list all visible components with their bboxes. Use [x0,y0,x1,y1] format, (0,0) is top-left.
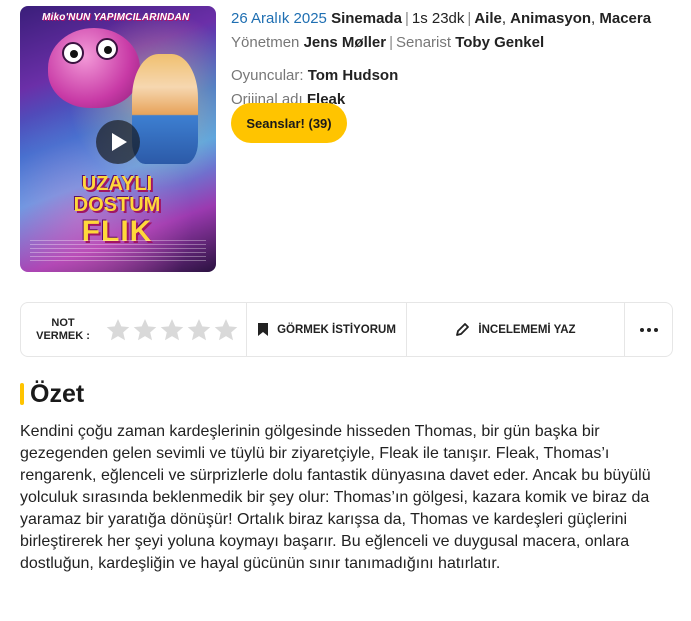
cast-label: Oyuncular: [231,67,304,84]
rating-stars [105,317,239,343]
director-label: Yönetmen [231,34,300,51]
writer-link[interactable]: Toby Genkel [455,34,544,51]
cast-row: Oyuncular: Tom Hudson [231,66,681,90]
separator: | [389,34,393,51]
summary-text: Kendini çoğu zaman kardeşlerinin gölgesi… [20,423,651,572]
pencil-icon [456,323,470,336]
bookmark-icon [258,323,269,336]
release-row: 26 Aralık 2025 Sinemada | 1s 23dk | Aile, An… [231,10,652,27]
rating-star-icon[interactable] [132,317,158,343]
summary-title: Özet [30,379,85,408]
movie-poster[interactable]: Miko'NUN YAPIMCILARINDAN UZAYLI DOSTUM F… [20,6,216,272]
watchlist-button[interactable]: GÖRMEK İSTİYORUM [247,303,407,356]
poster-boy-character [132,54,198,164]
trailer-play-button[interactable] [96,120,140,164]
director-link[interactable]: Jens Møller [304,34,387,51]
rating-star-icon[interactable] [159,317,185,343]
more-dots-icon [639,327,658,332]
poster-alien-character [48,28,140,108]
rating-star-icon[interactable] [213,317,239,343]
rating-star-icon[interactable] [186,317,212,343]
write-review-label: İNCELEMEMİ YAZ [478,323,576,336]
genre-link[interactable]: Macera [599,10,651,27]
rating-widget: NOT VERMEK : [21,303,247,356]
rating-star-icon[interactable] [105,317,131,343]
crew-row: Yönetmen Jens Møller | Senarist Toby Genke… [231,33,681,57]
alien-eye [62,42,84,64]
summary-accent-bar [20,383,24,405]
action-bar: NOT VERMEK : GÖRMEK İSTİYORUM İNCELEMEMİ… [20,302,673,357]
duration: 1s 23dk [411,10,465,27]
alien-eye [96,38,118,60]
genre-link[interactable]: Animasyon [510,10,591,27]
movie-info: 26 Aralık 2025 Sinemada | 1s 23dk | Aile, An… [231,9,681,114]
genre-link[interactable]: Aile [474,10,502,27]
release-status[interactable]: Sinemada [331,10,402,27]
rating-label: NOT VERMEK : [36,316,90,342]
sessions-button[interactable]: Seanslar! (39) [231,103,347,143]
write-review-button[interactable]: İNCELEMEMİ YAZ [407,303,625,356]
writer-label: Senarist [396,34,452,51]
poster-credits-block [30,240,206,262]
poster-tagline: Miko'NUN YAPIMCILARINDAN [42,12,190,23]
more-options-button[interactable] [625,303,672,356]
cast-link[interactable]: Tom Hudson [308,67,399,84]
separator: | [467,10,472,27]
poster-title-logo: UZAYLI DOSTUM FLIK [73,173,161,248]
release-date: 26 Aralık 2025 [231,10,327,27]
play-icon [112,133,127,151]
separator: | [404,10,409,27]
watchlist-label: GÖRMEK İSTİYORUM [277,323,396,336]
summary-header: Özet [20,378,84,410]
